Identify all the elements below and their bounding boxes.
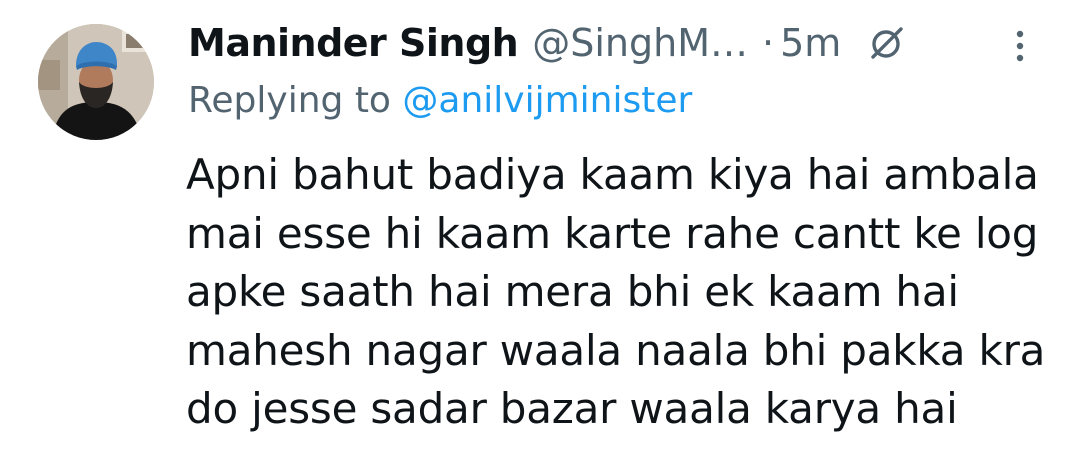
separator-dot: ·	[762, 21, 775, 65]
more-vertical-icon[interactable]	[1008, 26, 1032, 66]
author-handle[interactable]: @SinghM…	[532, 21, 748, 65]
replying-to-line: Replying to @anilvijminister	[188, 80, 692, 121]
tweet-text: Apni bahut badiya kaam kiya hai ambala m…	[186, 150, 1046, 433]
replying-prefix: Replying to	[188, 80, 391, 121]
tweet-header: Maninder Singh @SinghM… · 5m	[188, 14, 907, 72]
tweet-timestamp[interactable]: 5m	[780, 21, 841, 65]
avatar[interactable]	[38, 24, 154, 140]
author-display-name[interactable]: Maninder Singh	[188, 21, 519, 65]
grok-icon[interactable]	[867, 23, 907, 63]
replying-to-mention[interactable]: @anilvijminister	[402, 80, 692, 121]
